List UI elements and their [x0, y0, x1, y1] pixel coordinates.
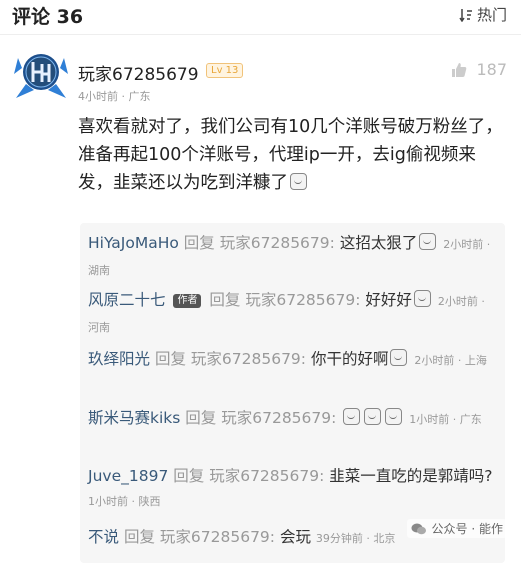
reply-text: 你干的好啊	[310, 350, 389, 368]
like-button[interactable]: 187	[450, 60, 507, 79]
wechat-icon	[411, 523, 426, 534]
sort-icon	[459, 8, 472, 22]
reply-author[interactable]: 玖绎阳光	[88, 350, 150, 368]
header-divider	[0, 34, 521, 35]
comments-header: 评论 36 热门	[0, 0, 521, 30]
laugh-emoji-icon	[343, 408, 361, 425]
sort-label: 热门	[476, 6, 507, 24]
level-badge: Lv 13	[206, 63, 244, 78]
reply-target[interactable]: 玩家67285679:	[245, 291, 360, 309]
reply-word: 回复	[154, 350, 186, 368]
reply-word: 回复	[209, 291, 241, 309]
smirk-emoji-icon	[290, 173, 307, 190]
reply-time: 39分钟前	[315, 532, 363, 545]
reply-list: HiYaJoMaHo 回复 玩家67285679: 这招太狠了 2小时前 · 湖…	[80, 223, 505, 563]
reply-location: 北京	[373, 532, 396, 545]
reply-item[interactable]: 玖绎阳光 回复 玩家67285679: 你干的好啊 2小时前 · 上海	[88, 347, 498, 373]
reply-word: 回复	[185, 409, 217, 427]
watermark-text: 公众号 · 能作	[431, 522, 503, 536]
wechat-watermark: 公众号 · 能作	[406, 519, 507, 538]
comment-location: 广东	[128, 90, 151, 103]
sort-hot-button[interactable]: 热门	[459, 4, 507, 25]
reply-location: 上海	[464, 354, 487, 367]
reply-target[interactable]: 玩家67285679:	[191, 350, 306, 368]
reply-location: 湖南	[88, 264, 110, 277]
comment-time: 4小时前	[78, 90, 118, 103]
avatar[interactable]	[12, 44, 70, 102]
comment-meta: 4小时前 · 广东	[78, 90, 151, 103]
comment-username[interactable]: 玩家67285679	[78, 60, 199, 85]
reply-word: 回复	[173, 467, 205, 485]
reply-target[interactable]: 玩家67285679:	[220, 234, 335, 252]
reply-target[interactable]: 玩家67285679:	[221, 409, 336, 427]
reply-location: 广东	[459, 413, 482, 426]
author-tag: 作者	[173, 294, 202, 308]
reply-item[interactable]: HiYaJoMaHo 回复 玩家67285679: 这招太狠了 2小时前 · 湖…	[88, 231, 498, 283]
reply-author[interactable]: 不说	[88, 528, 119, 546]
avatar-shield-icon	[14, 54, 68, 98]
thumbs-up-icon	[452, 62, 467, 77]
reply-item[interactable]: Juve_1897 回复 玩家67285679: 韭菜一直吃的是郭靖吗? 1小时…	[88, 464, 498, 514]
comments-count-title: 评论 36	[12, 6, 84, 28]
reply-text: 韭菜一直吃的是郭靖吗?	[329, 467, 493, 485]
reply-target[interactable]: 玩家67285679:	[209, 467, 324, 485]
reply-time: 2小时前	[443, 238, 484, 251]
reply-text: 这招太狠了	[339, 234, 418, 252]
reply-author[interactable]: HiYaJoMaHo	[88, 234, 179, 252]
laugh-emoji-icon	[413, 290, 431, 307]
reply-time: 1小时前	[88, 495, 128, 508]
reply-target[interactable]: 玩家67285679:	[160, 528, 275, 546]
reply-author[interactable]: 斯米马赛kiks	[88, 409, 180, 427]
like-count: 187	[476, 60, 507, 79]
reply-time: 1小时前	[409, 413, 450, 426]
reply-time: 2小时前	[437, 295, 478, 308]
smile-emoji-icon	[390, 349, 408, 366]
reply-item[interactable]: 斯米马赛kiks 回复 玩家67285679: 1小时前 · 广东	[88, 406, 498, 432]
reply-location: 陕西	[138, 495, 161, 508]
reply-time: 2小时前	[414, 354, 455, 367]
laugh-emoji-icon	[364, 408, 382, 425]
reply-text: 好好好	[365, 291, 412, 309]
laugh-emoji-icon	[385, 408, 403, 425]
reply-author[interactable]: Juve_1897	[88, 467, 168, 485]
reply-author[interactable]: 风原二十七	[88, 291, 166, 309]
reply-location: 河南	[88, 321, 110, 334]
reply-word: 回复	[183, 234, 215, 252]
reply-text: 会玩	[279, 528, 311, 546]
grimace-emoji-icon	[419, 233, 437, 250]
reply-word: 回复	[123, 528, 155, 546]
comment-body: 喜欢看就对了，我们公司有10几个洋账号破万粉丝了，准备再起100个洋账号，代理i…	[78, 113, 508, 197]
reply-item[interactable]: 风原二十七 作者 回复 玩家67285679: 好好好 2小时前 · 河南	[88, 288, 498, 340]
